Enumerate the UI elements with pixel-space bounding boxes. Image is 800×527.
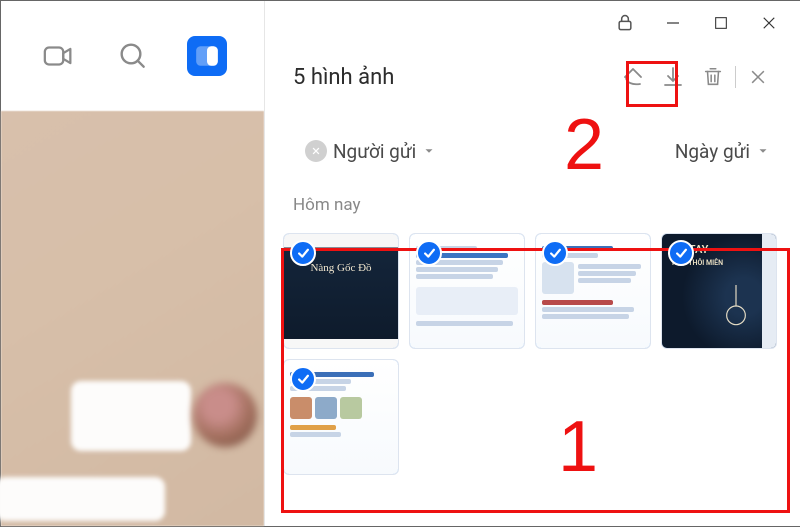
media-count-title: 5 hình ảnh xyxy=(293,65,613,90)
thumbnail[interactable] xyxy=(283,359,399,475)
filter-sender-label: Người gửi xyxy=(333,140,416,163)
video-icon[interactable] xyxy=(39,36,79,76)
sidebar-toolbar xyxy=(1,1,264,111)
panel-toggle-icon[interactable] xyxy=(187,36,227,76)
maximize-button[interactable] xyxy=(698,3,744,43)
close-panel-button[interactable] xyxy=(738,57,778,97)
window-close-button[interactable] xyxy=(746,3,792,43)
check-icon xyxy=(668,240,694,266)
section-today-label: Hôm nay xyxy=(265,193,800,225)
minimize-button[interactable] xyxy=(650,3,696,43)
chevron-down-icon xyxy=(422,144,436,158)
clear-filter-icon[interactable] xyxy=(305,140,327,162)
download-button[interactable] xyxy=(653,57,693,97)
window-titlebar xyxy=(265,1,800,45)
thumbnail[interactable]: Nàng Gốc Đồ xyxy=(283,233,399,349)
check-icon xyxy=(416,240,442,266)
image-gallery: Nàng Gốc Đồ xyxy=(265,225,800,483)
avatar xyxy=(193,383,257,447)
thumbnail[interactable] xyxy=(409,233,525,349)
filter-date[interactable]: Ngày gửi xyxy=(675,140,770,163)
delete-button[interactable] xyxy=(693,57,733,97)
chat-bubble xyxy=(0,477,165,521)
media-panel: 5 hình ảnh Người gửi Ngày gửi Hôm nay xyxy=(264,1,800,526)
thumbnail[interactable] xyxy=(535,233,651,349)
filter-date-label: Ngày gửi xyxy=(675,140,750,163)
search-icon[interactable] xyxy=(113,36,153,76)
thumbnail[interactable]: SỐ TAYNHÀ THÔI MIÊN xyxy=(661,233,777,349)
chevron-down-icon xyxy=(756,144,770,158)
share-button[interactable] xyxy=(613,57,653,97)
chat-background xyxy=(1,111,264,526)
check-icon xyxy=(290,240,316,266)
filter-row: Người gửi Ngày gửi xyxy=(265,109,800,193)
chat-sidebar xyxy=(1,1,264,526)
media-header: 5 hình ảnh xyxy=(265,45,800,109)
check-icon xyxy=(542,240,568,266)
separator xyxy=(735,66,736,88)
check-icon xyxy=(290,366,316,392)
lock-icon[interactable] xyxy=(602,3,648,43)
filter-sender[interactable]: Người gửi xyxy=(305,140,436,163)
chat-bubble xyxy=(71,381,191,451)
